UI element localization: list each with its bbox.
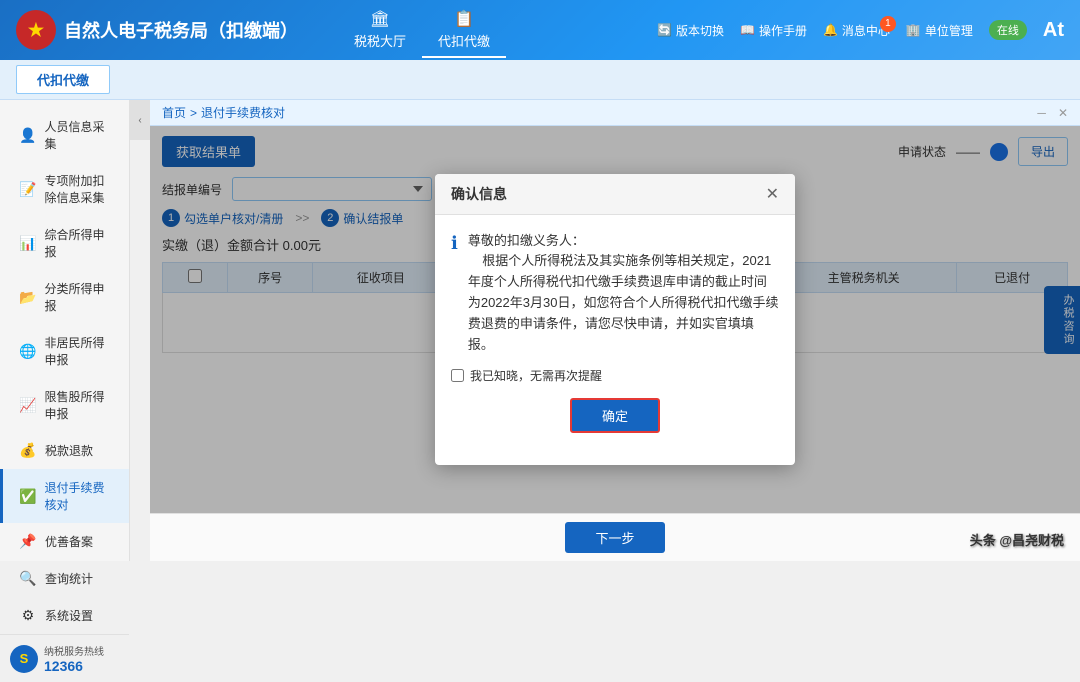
bottom-nav: 下一步 xyxy=(150,513,1080,561)
sidebar-label-priority: 优善备案 xyxy=(45,533,93,550)
sidebar-item-priority[interactable]: 📌 优善备案 xyxy=(0,523,129,560)
message-icon: 🔔 xyxy=(823,23,838,37)
second-header-title: 代扣代缴 xyxy=(16,65,110,94)
sidebar-label-settings: 系统设置 xyxy=(45,607,93,624)
footer-number: 12366 xyxy=(44,658,104,674)
limited-icon: 📈 xyxy=(19,397,36,414)
message-badge: 1 xyxy=(880,16,896,32)
tax-icon: 🏛 xyxy=(370,9,390,29)
logo-area: ★ 自然人电子税务局（扣缴端） xyxy=(16,10,298,50)
special-icon: 📝 xyxy=(19,181,36,198)
top-header: ★ 自然人电子税务局（扣缴端） 🏛 税税大厅 📋 代扣代缴 🔄 版本切换 📖 操… xyxy=(0,0,1080,60)
dialog-title: 确认信息 xyxy=(451,184,507,204)
sidebar-item-comprehensive[interactable]: 📊 综合所得申报 xyxy=(0,216,129,270)
second-header: 代扣代缴 xyxy=(0,60,1080,100)
sidebar-label-limited: 限售股所得申报 xyxy=(44,388,113,422)
personnel-icon: 👤 xyxy=(19,127,36,144)
sidebar: 👤 人员信息采集 📝 专项附加扣除信息采集 📊 综合所得申报 📂 分类所得申报 … xyxy=(0,100,130,561)
dialog-text: 尊敬的扣缴义务人： 根据个人所得税法及其实施条例等相关规定，2021年度个人所得… xyxy=(468,231,779,356)
sidebar-label-category: 分类所得申报 xyxy=(44,280,113,314)
breadcrumb-current: 退付手续费核对 xyxy=(201,104,285,121)
footer-service-name: 纳税服务热线 xyxy=(44,643,104,658)
manual-label: 操作手册 xyxy=(759,22,807,39)
next-button[interactable]: 下一步 xyxy=(565,522,664,553)
sidebar-item-refund-proc[interactable]: ✅ 退付手续费核对 xyxy=(0,469,129,523)
nav-withhold-label: 代扣代缴 xyxy=(438,31,490,50)
sidebar-item-refund[interactable]: 💰 税款退款 xyxy=(0,432,129,469)
breadcrumb-home[interactable]: 首页 xyxy=(162,104,186,121)
refund-icon: 💰 xyxy=(19,442,37,459)
sidebar-label-refund: 税款退款 xyxy=(45,442,93,459)
withhold-icon: 📋 xyxy=(454,9,474,29)
dialog-info-row: ℹ 尊敬的扣缴义务人： 根据个人所得税法及其实施条例等相关规定，2021年度个人… xyxy=(451,231,779,356)
header-switch[interactable]: 🔄 版本切换 xyxy=(657,22,724,39)
footer-logo: S xyxy=(10,645,38,673)
logo-icon: ★ xyxy=(16,10,56,50)
sidebar-label-query: 查询统计 xyxy=(45,570,93,587)
manual-icon: 📖 xyxy=(740,23,755,37)
manage-label: 单位管理 xyxy=(925,22,973,39)
sidebar-item-special[interactable]: 📝 专项附加扣除信息采集 xyxy=(0,162,129,216)
sidebar-label-nonresident: 非居民所得申报 xyxy=(44,334,113,368)
sidebar-item-personnel[interactable]: 👤 人员信息采集 xyxy=(0,108,129,162)
sidebar-item-nonresident[interactable]: 🌐 非居民所得申报 xyxy=(0,324,129,378)
watermark: 头条 @昌尧财税 xyxy=(970,530,1064,549)
app-title: 自然人电子税务局（扣缴端） xyxy=(64,17,298,43)
nav-tax[interactable]: 🏛 税税大厅 xyxy=(338,3,422,58)
sidebar-label-personnel: 人员信息采集 xyxy=(44,118,113,152)
dialog-footer: 确定 xyxy=(451,398,779,449)
dialog-text-content: 尊敬的扣缴义务人： 根据个人所得税法及其实施条例等相关规定，2021年度个人所得… xyxy=(468,231,779,356)
dialog-close-button[interactable]: ✕ xyxy=(766,184,779,204)
sidebar-item-limited[interactable]: 📈 限售股所得申报 xyxy=(0,378,129,432)
sidebar-label-comprehensive: 综合所得申报 xyxy=(44,226,113,260)
sidebar-collapse-btn[interactable]: ‹ xyxy=(130,100,150,140)
no-remind-checkbox[interactable] xyxy=(451,369,464,382)
query-icon: 🔍 xyxy=(19,570,37,587)
footer-text: 纳税服务热线 12366 xyxy=(44,643,104,674)
sidebar-item-query[interactable]: 🔍 查询统计 xyxy=(0,560,129,597)
no-remind-label: 我已知晓，无需再次提醒 xyxy=(470,367,602,384)
content-body: 获取结果单 申请状态 —— 导出 结报单编号 1 勾选单户核对 xyxy=(150,126,1080,513)
switch-icon: 🔄 xyxy=(657,23,672,37)
header-right: 🔄 版本切换 📖 操作手册 🔔 1 消息中心 🏢 单位管理 在线 At xyxy=(657,19,1064,42)
header-manage[interactable]: 🏢 单位管理 xyxy=(906,22,973,39)
sidebar-label-refund-proc: 退付手续费核对 xyxy=(44,479,113,513)
sidebar-item-settings[interactable]: ⚙ 系统设置 xyxy=(0,597,129,634)
breadcrumb: 首页 > 退付手续费核对 ─ ✕ xyxy=(150,100,1080,126)
switch-label: 版本切换 xyxy=(676,22,724,39)
main-content: 首页 > 退付手续费核对 ─ ✕ 获取结果单 申请状态 —— 导出 结报单编号 xyxy=(150,100,1080,561)
category-icon: 📂 xyxy=(19,289,36,306)
main-layout: 👤 人员信息采集 📝 专项附加扣除信息采集 📊 综合所得申报 📂 分类所得申报 … xyxy=(0,100,1080,561)
confirm-dialog: 确认信息 ✕ ℹ 尊敬的扣缴义务人： 根据个人所得税法及其实施条例等相关规定，2… xyxy=(435,174,795,466)
online-status: 在线 xyxy=(989,20,1027,40)
confirm-button[interactable]: 确定 xyxy=(570,398,660,433)
dialog-info-icon: ℹ xyxy=(451,233,458,356)
sidebar-label-special: 专项附加扣除信息采集 xyxy=(44,172,113,206)
header-manual[interactable]: 📖 操作手册 xyxy=(740,22,807,39)
nav-withhold[interactable]: 📋 代扣代缴 xyxy=(422,3,506,58)
dialog-checkbox-row: 我已知晓，无需再次提醒 xyxy=(451,367,779,384)
dialog-overlay: 确认信息 ✕ ℹ 尊敬的扣缴义务人： 根据个人所得税法及其实施条例等相关规定，2… xyxy=(150,126,1080,513)
dialog-header: 确认信息 ✕ xyxy=(435,174,795,215)
nonresident-icon: 🌐 xyxy=(19,343,36,360)
at-text: At xyxy=(1043,19,1064,42)
window-minimize[interactable]: ─ xyxy=(1037,106,1046,120)
nav-tax-label: 税税大厅 xyxy=(354,31,406,50)
dialog-body: ℹ 尊敬的扣缴义务人： 根据个人所得税法及其实施条例等相关规定，2021年度个人… xyxy=(435,215,795,466)
manage-icon: 🏢 xyxy=(906,23,921,37)
breadcrumb-sep1: > xyxy=(190,106,197,120)
settings-icon: ⚙ xyxy=(19,607,37,624)
sidebar-item-category[interactable]: 📂 分类所得申报 xyxy=(0,270,129,324)
header-message[interactable]: 🔔 1 消息中心 xyxy=(823,22,890,39)
window-close[interactable]: ✕ xyxy=(1058,106,1068,120)
header-nav: 🏛 税税大厅 📋 代扣代缴 xyxy=(338,3,506,58)
refund-proc-icon: ✅ xyxy=(19,488,36,505)
comprehensive-icon: 📊 xyxy=(19,235,36,252)
priority-icon: 📌 xyxy=(19,533,37,550)
sidebar-footer: S 纳税服务热线 12366 xyxy=(0,634,129,682)
